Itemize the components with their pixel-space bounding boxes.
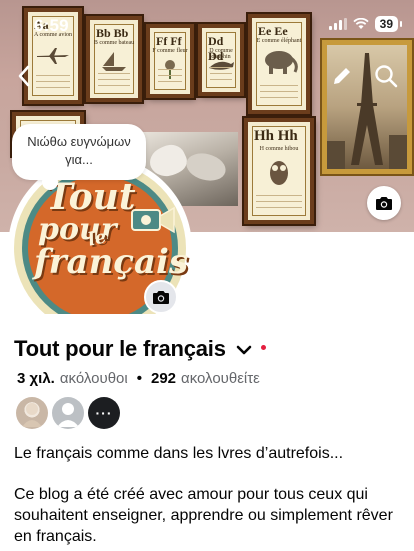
stats-separator: • xyxy=(136,370,142,387)
page-stats: 3 χιλ. ακόλουθοι • 292 ακολουθείτε xyxy=(17,370,260,387)
more-followers-button[interactable]: ··· xyxy=(88,397,120,429)
page-title: Tout pour le français xyxy=(14,336,226,361)
following-count[interactable]: 292 xyxy=(151,370,176,387)
cover-card-flower: Ff Ff F comme fleur xyxy=(146,24,194,98)
followers-label[interactable]: ακόλουθοι xyxy=(60,370,128,387)
camera-icon xyxy=(153,290,169,304)
cover-card-boat: Bb Bb B comme bateau xyxy=(86,16,142,102)
page-title-row[interactable]: Tout pour le français xyxy=(14,336,266,362)
back-button[interactable] xyxy=(10,62,38,90)
elephant-icon xyxy=(265,51,298,74)
edit-button[interactable] xyxy=(328,62,356,90)
notification-dot xyxy=(260,344,266,350)
cellular-signal-icon xyxy=(328,18,347,30)
battery-indicator: 39 xyxy=(374,16,403,32)
status-time: 6:59 xyxy=(34,16,69,35)
cover-card-elephant: Ee Ee E comme éléphant xyxy=(248,14,310,114)
pencil-icon xyxy=(334,68,350,84)
follower-avatar[interactable] xyxy=(52,397,84,429)
edit-cover-photo-button[interactable] xyxy=(367,186,401,220)
following-label[interactable]: ακολουθείτε xyxy=(181,370,260,387)
chevron-down-icon[interactable] xyxy=(236,345,252,355)
followers-count[interactable]: 3 χιλ. xyxy=(17,370,55,387)
camera-icon xyxy=(376,196,392,210)
edit-profile-picture-button[interactable] xyxy=(144,280,178,314)
page-bio: Le français comme dans les lvres d’autre… xyxy=(14,443,398,547)
owl-icon xyxy=(270,161,288,185)
follower-avatars: ··· xyxy=(16,397,120,429)
bio-line-2: Ce blog a été créé avec amour pour tous … xyxy=(14,486,393,545)
video-camera-icon xyxy=(131,206,175,234)
cover-card-owl: Hh Hh H comme hibou xyxy=(244,118,314,224)
wifi-icon xyxy=(353,18,369,29)
person-photo-icon xyxy=(22,403,42,427)
cover-card-dolphin: Dd Dd D comme dauphin xyxy=(198,24,244,96)
follower-avatar[interactable] xyxy=(16,397,48,429)
note-bubble[interactable]: Νιώθω ευγνώμων για... xyxy=(12,124,146,190)
bio-line-1: Le français comme dans les lvres d’autre… xyxy=(14,445,344,462)
search-icon xyxy=(375,65,398,88)
cover-eiffel-photo xyxy=(322,40,412,174)
note-text: Νιώθω ευγνώμων για... xyxy=(27,134,131,167)
airplane-icon xyxy=(37,48,69,64)
search-button[interactable] xyxy=(372,62,400,90)
logo-text-francais: français xyxy=(34,242,189,282)
chevron-left-icon xyxy=(18,65,30,87)
status-icons: 39 xyxy=(328,16,403,32)
default-avatar-icon xyxy=(57,403,79,427)
